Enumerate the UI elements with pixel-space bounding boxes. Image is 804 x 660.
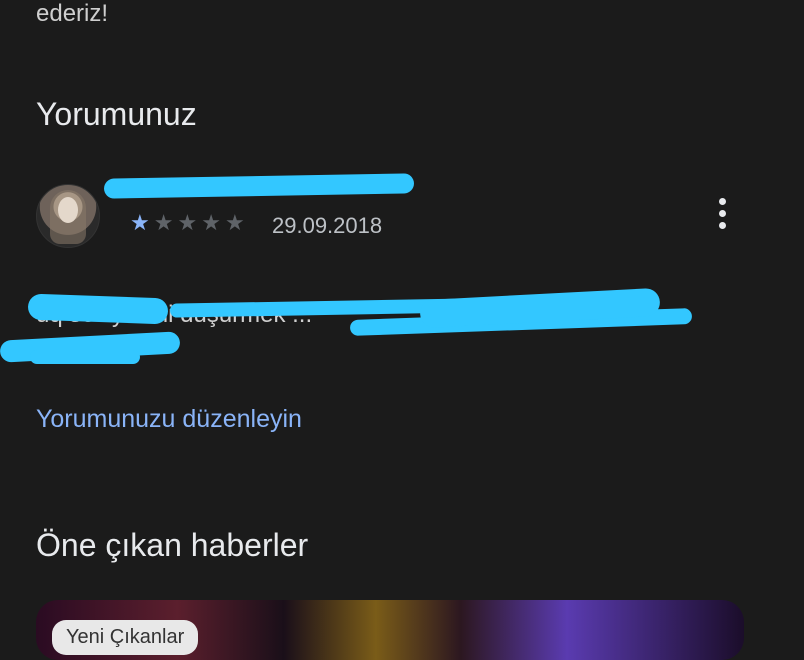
redaction-review-f <box>30 350 140 364</box>
intro-text-tail: ederiz! <box>36 0 109 27</box>
star-empty-icon: ★ <box>224 210 249 235</box>
review-date: 29.09.2018 <box>272 213 383 238</box>
star-empty-icon: ★ <box>177 210 202 235</box>
edit-review-link[interactable]: Yorumunuzu düzenleyin <box>36 405 302 434</box>
star-empty-icon: ★ <box>201 210 225 235</box>
featured-news-card[interactable]: Yeni Çıkanlar <box>36 600 744 660</box>
your-review-title: Yorumunuz <box>36 96 197 132</box>
star-empty-icon: ★ <box>153 210 178 235</box>
card-badge: Yeni Çıkanlar <box>52 620 199 655</box>
avatar-face <box>58 197 78 223</box>
rating-stars: ★★★★★ <box>130 210 249 236</box>
featured-news-title: Öne çıkan haberler <box>36 527 309 563</box>
redaction-username <box>103 173 415 199</box>
star-filled-icon: ★ <box>130 210 154 235</box>
avatar <box>36 184 100 248</box>
more-options-icon[interactable] <box>710 198 734 234</box>
redaction-review-a <box>27 293 169 325</box>
